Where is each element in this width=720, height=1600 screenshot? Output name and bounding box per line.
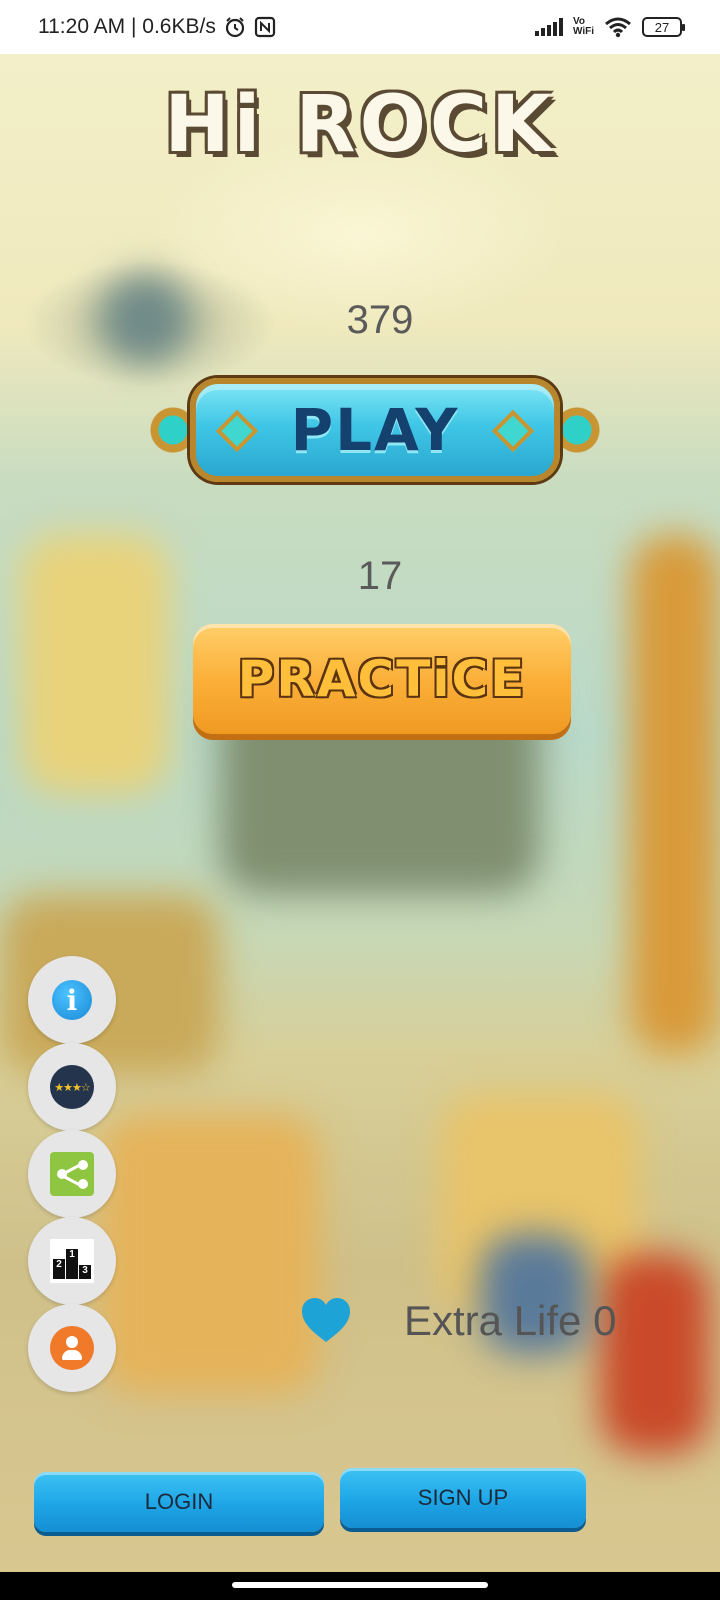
nfc-icon [254,16,275,38]
alarm-icon [225,17,244,38]
login-label: LOGIN [144,1489,214,1514]
info-button[interactable]: i [28,956,116,1044]
play-label: PLAY [290,396,460,464]
extra-life-text: Extra Life 0 [404,1297,617,1344]
share-button[interactable] [28,1130,116,1218]
rate-button[interactable]: ★★★☆ [28,1043,116,1131]
status-bar: 11:20 AM | 0.6KB/s Vo WiFi 27 [0,0,720,54]
login-button[interactable]: LOGIN [34,1472,324,1532]
practice-label: PRACTiCE [237,650,527,708]
info-icon: i [52,980,92,1020]
extra-life-row: Extra Life 0 [300,1296,616,1346]
practice-count: 17 [357,554,403,598]
signup-label: SIGN UP [417,1485,509,1510]
rate-stars-icon: ★★★☆ [50,1065,94,1109]
leaderboard-icon: 2 1 3 [50,1239,94,1283]
play-count: 379 [346,298,414,342]
navigation-bar [0,1572,720,1600]
play-button[interactable]: PLAY [140,366,610,494]
heart-icon [302,1298,350,1342]
wifi-icon [605,17,631,38]
home-gesture-handle[interactable] [232,1582,488,1588]
signup-button[interactable]: SIGN UP [340,1468,586,1528]
game-title: Hi ROCK [164,80,556,170]
leaderboard-button[interactable]: 2 1 3 [28,1217,116,1305]
signal-icon [534,18,563,36]
battery-icon: 27 [642,17,685,37]
share-icon [50,1152,94,1196]
vowifi-icon: Vo WiFi [572,16,594,37]
status-time-speed: 11:20 AM | 0.6KB/s [38,15,216,38]
practice-button[interactable]: PRACTiCE [193,624,571,734]
profile-button[interactable] [28,1304,116,1392]
profile-icon [50,1326,94,1370]
